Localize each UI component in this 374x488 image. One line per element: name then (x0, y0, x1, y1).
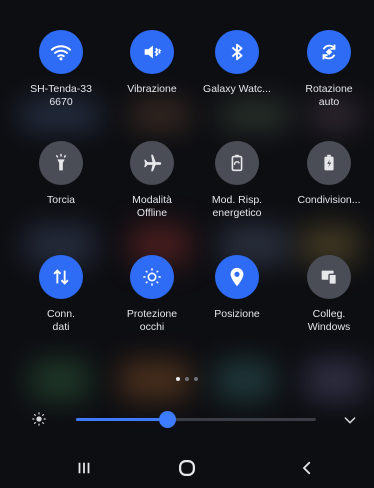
recents-button[interactable] (69, 456, 99, 480)
tile-auto-rotate[interactable]: Rotazione auto (286, 30, 372, 109)
quick-settings-row: Torcia Modalità Offline Mod. Risp. energ… (0, 141, 374, 251)
tile-label: SH-Tenda-33 6670 (30, 83, 92, 108)
tile-button[interactable] (215, 30, 259, 74)
chevron-down-icon[interactable] (342, 412, 358, 428)
tile-label: Protezione occhi (126, 308, 178, 333)
tile-button[interactable] (39, 255, 83, 299)
power-share-icon (324, 154, 334, 171)
eye-comfort-icon (143, 268, 161, 286)
home-button[interactable] (172, 456, 202, 480)
brightness-track[interactable] (76, 411, 316, 428)
tile-location[interactable]: Posizione (194, 255, 280, 321)
brightness-icon (32, 412, 46, 426)
auto-rotate-icon (322, 44, 336, 60)
recents-icon (78, 462, 90, 474)
tile-label: Mod. Risp. energetico (211, 194, 263, 219)
tile-mobile-data[interactable]: Conn. dati (18, 255, 104, 334)
mobile-data-icon (53, 269, 69, 285)
tile-button[interactable] (307, 255, 351, 299)
location-icon (230, 267, 244, 287)
tile-airplane-mode[interactable]: Modalità Offline (109, 141, 195, 220)
tile-power-share[interactable]: Condivision... (286, 141, 372, 207)
tile-label: Colleg. Windows (307, 308, 351, 333)
tile-button[interactable] (130, 141, 174, 185)
bluetooth-icon (231, 43, 243, 61)
tile-button[interactable] (130, 30, 174, 74)
brightness-fill (76, 418, 168, 421)
tile-label: Modalità Offline (132, 194, 172, 219)
tile-flashlight[interactable]: Torcia (18, 141, 104, 207)
tile-button[interactable] (215, 141, 259, 185)
tile-button[interactable] (307, 30, 351, 74)
home-icon (179, 460, 195, 476)
tile-button[interactable] (215, 255, 259, 299)
vibrate-icon (144, 45, 162, 59)
tile-label: Condivision... (297, 194, 361, 206)
tile-eye-comfort[interactable]: Protezione occhi (109, 255, 195, 334)
tile-label: Torcia (46, 194, 75, 206)
brightness-thumb[interactable] (159, 411, 177, 428)
tile-label: Conn. dati (46, 308, 76, 333)
quick-settings-row: Conn. dati Protezione occhi Posizione Co… (0, 255, 374, 365)
back-button[interactable] (292, 456, 322, 480)
page-dot (185, 377, 189, 381)
tile-button[interactable] (39, 141, 83, 185)
flashlight-icon (55, 153, 67, 171)
tile-link-windows[interactable]: Colleg. Windows (286, 255, 372, 334)
tile-power-saving[interactable]: Mod. Risp. energetico (194, 141, 280, 220)
battery-saver-icon (231, 154, 243, 172)
tile-label: Posizione (214, 308, 260, 320)
tile-button[interactable] (307, 141, 351, 185)
tile-label: Vibrazione (127, 83, 177, 95)
tile-vibration[interactable]: Vibrazione (109, 30, 195, 96)
link-windows-icon (321, 270, 338, 286)
quick-settings-panel: SH-Tenda-33 6670 Vibrazione Galaxy Watc.… (0, 0, 374, 488)
wifi-icon (50, 45, 72, 61)
tile-wifi[interactable]: SH-Tenda-33 6670 (18, 30, 104, 109)
quick-settings-row: SH-Tenda-33 6670 Vibrazione Galaxy Watc.… (0, 30, 374, 140)
back-icon (302, 461, 311, 475)
tile-label: Galaxy Watc... (203, 83, 271, 95)
tile-bluetooth[interactable]: Galaxy Watc... (194, 30, 280, 96)
tile-label: Rotazione auto (305, 83, 353, 108)
page-dot (176, 377, 180, 381)
airplane-icon (144, 154, 162, 172)
page-dot (194, 377, 198, 381)
tile-button[interactable] (130, 255, 174, 299)
tile-button[interactable] (39, 30, 83, 74)
brightness-slider (0, 404, 374, 434)
navigation-bar (0, 448, 374, 488)
page-indicator (0, 377, 374, 381)
